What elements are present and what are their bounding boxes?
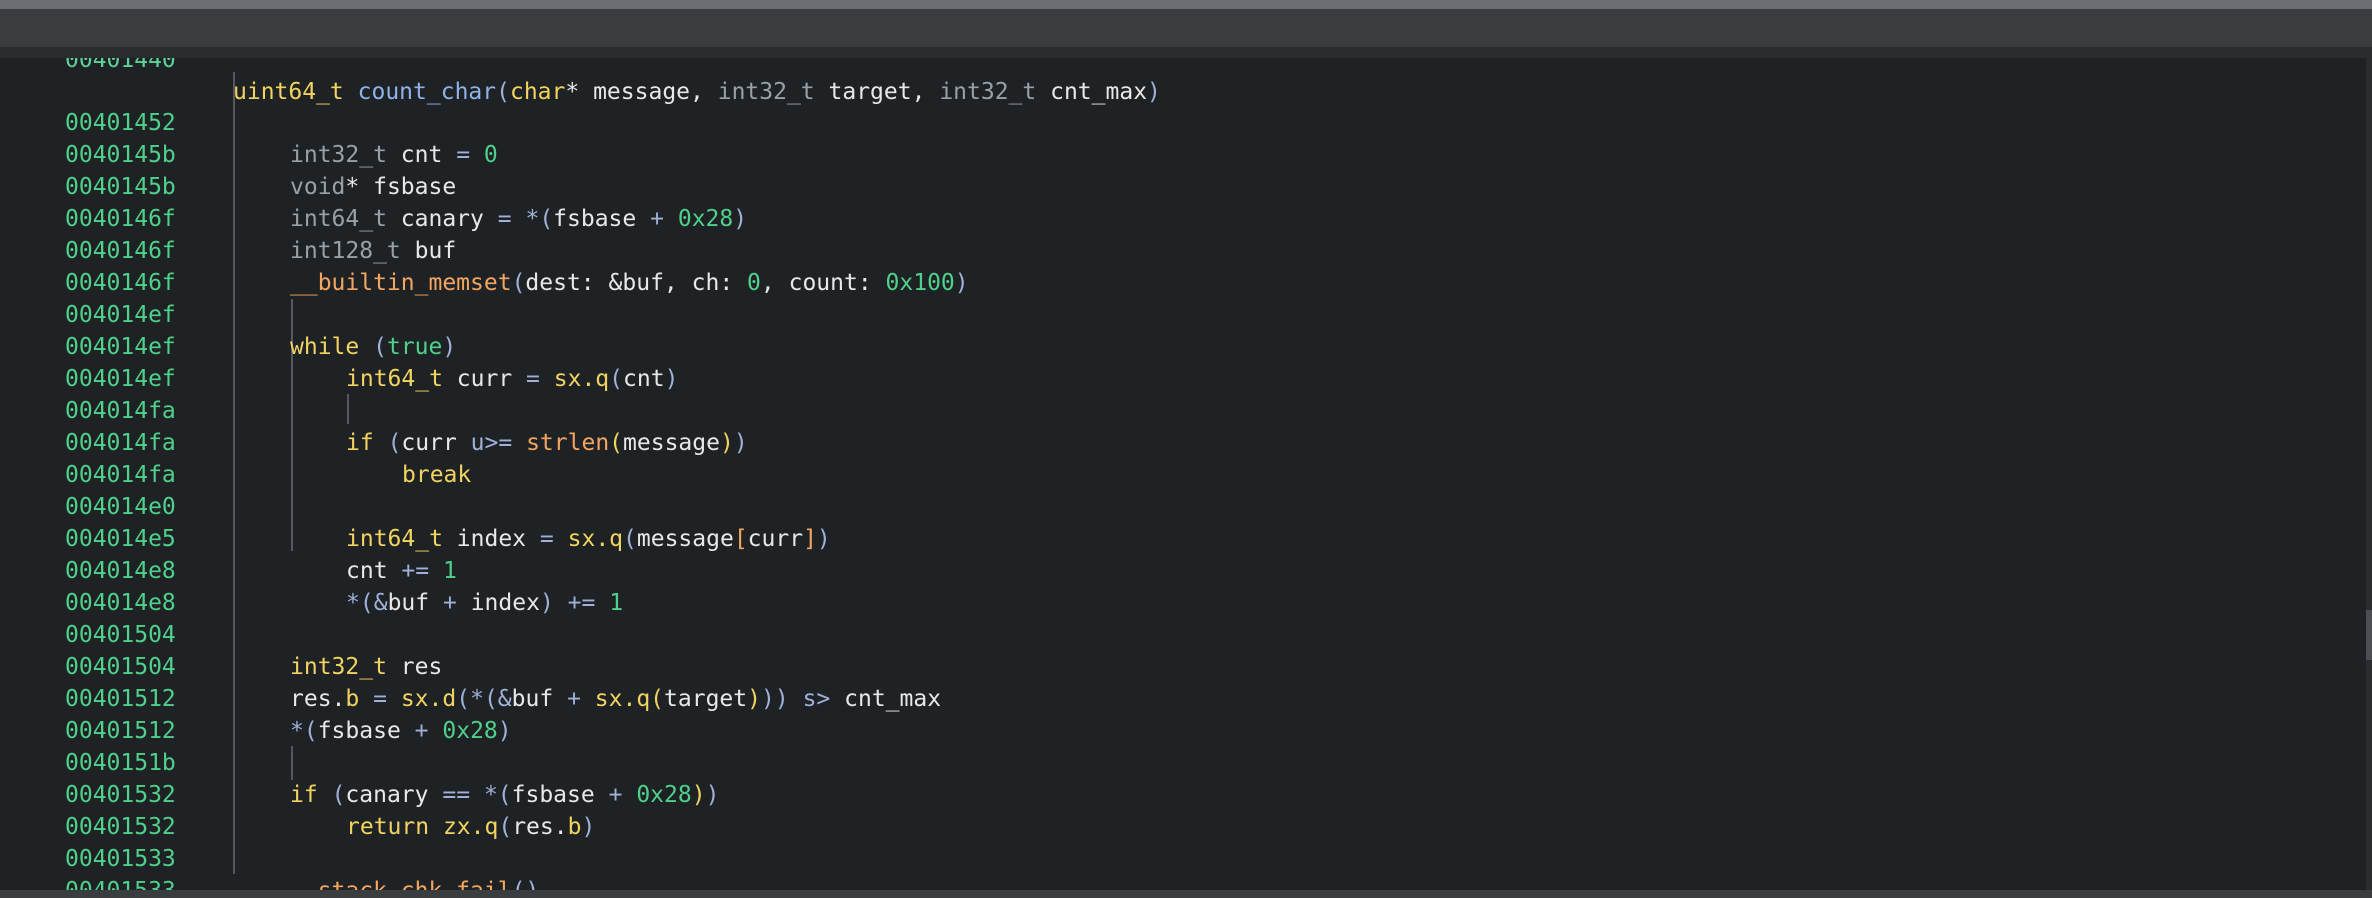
code-line[interactable]: 004014fa if (curr u>= strlen(message)) bbox=[0, 363, 748, 456]
variable[interactable]: buf bbox=[415, 238, 457, 264]
variable[interactable]: fsbase bbox=[553, 206, 636, 232]
line-address: 004014e8 bbox=[65, 590, 176, 616]
line-address: 004014fa bbox=[65, 462, 176, 488]
line-address: 0040151b bbox=[65, 750, 176, 776]
line-address: 0040145b bbox=[65, 174, 176, 200]
code-line[interactable]: 0040146f __builtin_memset(dest: &buf, ch… bbox=[0, 203, 969, 296]
code-line[interactable]: 0040146f bbox=[0, 235, 176, 296]
variable[interactable]: index bbox=[457, 526, 526, 552]
function-call[interactable]: sx.q bbox=[554, 366, 609, 392]
code-line[interactable]: 004014e5 cnt += 1 bbox=[0, 491, 457, 584]
variable[interactable]: cnt bbox=[346, 558, 388, 584]
code-line[interactable]: 0040151b if (canary == *(fsbase + 0x28)) bbox=[0, 715, 719, 808]
code-line[interactable]: 00401512 bbox=[0, 683, 176, 744]
function-header[interactable]: 00401440 uint64_t count_char(char* messa… bbox=[0, 9, 2372, 105]
scrollbar-thumb[interactable] bbox=[2366, 610, 2372, 660]
function-call[interactable]: sx.q bbox=[568, 526, 623, 552]
param-type: char bbox=[509, 79, 566, 105]
line-address: 00401512 bbox=[65, 718, 176, 744]
line-address: 0040146f bbox=[65, 270, 176, 296]
code-line[interactable]: 004014fa break bbox=[0, 395, 471, 488]
indent-guide bbox=[291, 746, 293, 780]
line-address: 00401533 bbox=[65, 846, 176, 872]
variable[interactable]: fsbase bbox=[373, 174, 456, 200]
param-name[interactable]: target bbox=[829, 79, 912, 105]
keyword: if bbox=[346, 430, 374, 456]
line-address: 0040146f bbox=[65, 238, 176, 264]
line-address: 00401532 bbox=[65, 782, 176, 808]
line-address: 00401504 bbox=[65, 654, 176, 680]
line-address: 00401504 bbox=[65, 622, 176, 648]
line-address: 004014fa bbox=[65, 398, 176, 424]
top-strip bbox=[0, 0, 2372, 9]
code-line[interactable]: 00401533 __stack_chk_fail() bbox=[0, 811, 539, 898]
function-call[interactable]: sx.d bbox=[401, 686, 456, 712]
param-type: int32_t bbox=[717, 79, 815, 105]
code-line[interactable]: 00401512 *(fsbase + 0x28) bbox=[0, 651, 512, 744]
line-address: 004014e8 bbox=[65, 558, 176, 584]
indent-guide bbox=[347, 394, 349, 424]
keyword: break bbox=[402, 462, 472, 488]
line-address: 00401512 bbox=[65, 686, 176, 712]
param-type: int32_t bbox=[939, 79, 1037, 105]
code-line[interactable]: 004014e8 bbox=[0, 555, 176, 616]
line-address: 0040146f bbox=[65, 206, 176, 232]
code-line[interactable]: 0040146f int128_t buf bbox=[0, 171, 456, 264]
code-line[interactable]: 004014ef while (true) bbox=[0, 267, 456, 360]
bottom-strip bbox=[0, 890, 2372, 898]
function-name[interactable]: count_char bbox=[358, 79, 496, 105]
code-line[interactable]: 00401504 res.b = sx.d(*(&buf + sx.q(targ… bbox=[0, 619, 941, 712]
code-line[interactable]: 00401452 int32_t cnt = 0 bbox=[0, 75, 498, 168]
code-line[interactable]: 00401504 int32_t res bbox=[0, 587, 442, 680]
param-name[interactable]: cnt_max bbox=[1050, 79, 1147, 105]
line-address: 004014e5 bbox=[65, 526, 176, 552]
line-address: 00401532 bbox=[65, 814, 176, 840]
param-name[interactable]: message bbox=[593, 79, 690, 105]
code-line[interactable]: 004014ef bbox=[0, 331, 176, 392]
code-line[interactable]: 004014ef int64_t curr = sx.q(cnt) bbox=[0, 299, 678, 392]
line-address: 004014fa bbox=[65, 430, 176, 456]
line-address: 004014ef bbox=[65, 302, 176, 328]
variable[interactable]: curr bbox=[457, 366, 512, 392]
keyword: while bbox=[290, 334, 360, 360]
code-line[interactable]: 004014e0 int64_t index = sx.q(message[cu… bbox=[0, 459, 831, 552]
line-address: 004014ef bbox=[65, 334, 176, 360]
keyword: return bbox=[346, 814, 430, 840]
line-address: 004014ef bbox=[65, 366, 176, 392]
code-line[interactable]: 00401532 return zx.q(res.b) bbox=[0, 747, 595, 840]
code-line[interactable]: 00401532 bbox=[0, 779, 176, 840]
line-address: 004014e0 bbox=[65, 494, 176, 520]
function-call[interactable]: strlen bbox=[526, 430, 609, 456]
header-separator bbox=[0, 48, 2372, 58]
function-call[interactable]: __builtin_memset bbox=[290, 270, 512, 296]
code-line[interactable]: 004014fa bbox=[0, 427, 176, 488]
variable[interactable]: canary bbox=[401, 206, 484, 232]
code-line[interactable]: 0040145b int64_t canary = *(fsbase + 0x2… bbox=[0, 139, 747, 232]
indent-guide bbox=[233, 72, 235, 874]
keyword: if bbox=[290, 782, 318, 808]
function-call[interactable]: zx.q bbox=[443, 814, 498, 840]
number-literal: 0 bbox=[483, 142, 498, 168]
function-signature-line[interactable]: 00401440 uint64_t count_char(char* messa… bbox=[0, 12, 1161, 105]
code-line[interactable]: 004014e8 *(&buf + index) += 1 bbox=[0, 523, 623, 616]
variable[interactable]: res bbox=[401, 654, 443, 680]
line-address: 0040145b bbox=[65, 142, 176, 168]
code-line[interactable]: 00401533 noreturn bbox=[0, 843, 176, 898]
vertical-scrollbar[interactable] bbox=[2366, 58, 2372, 898]
variable[interactable]: cnt bbox=[401, 142, 443, 168]
line-address: 00401452 bbox=[65, 110, 176, 136]
return-type: uint64_t bbox=[233, 79, 344, 105]
code-line[interactable]: 0040145b void* fsbase bbox=[0, 107, 456, 200]
function-call[interactable]: sx.q bbox=[595, 686, 650, 712]
function-signature[interactable]: uint64_t count_char(char* message, int32… bbox=[233, 76, 1161, 108]
